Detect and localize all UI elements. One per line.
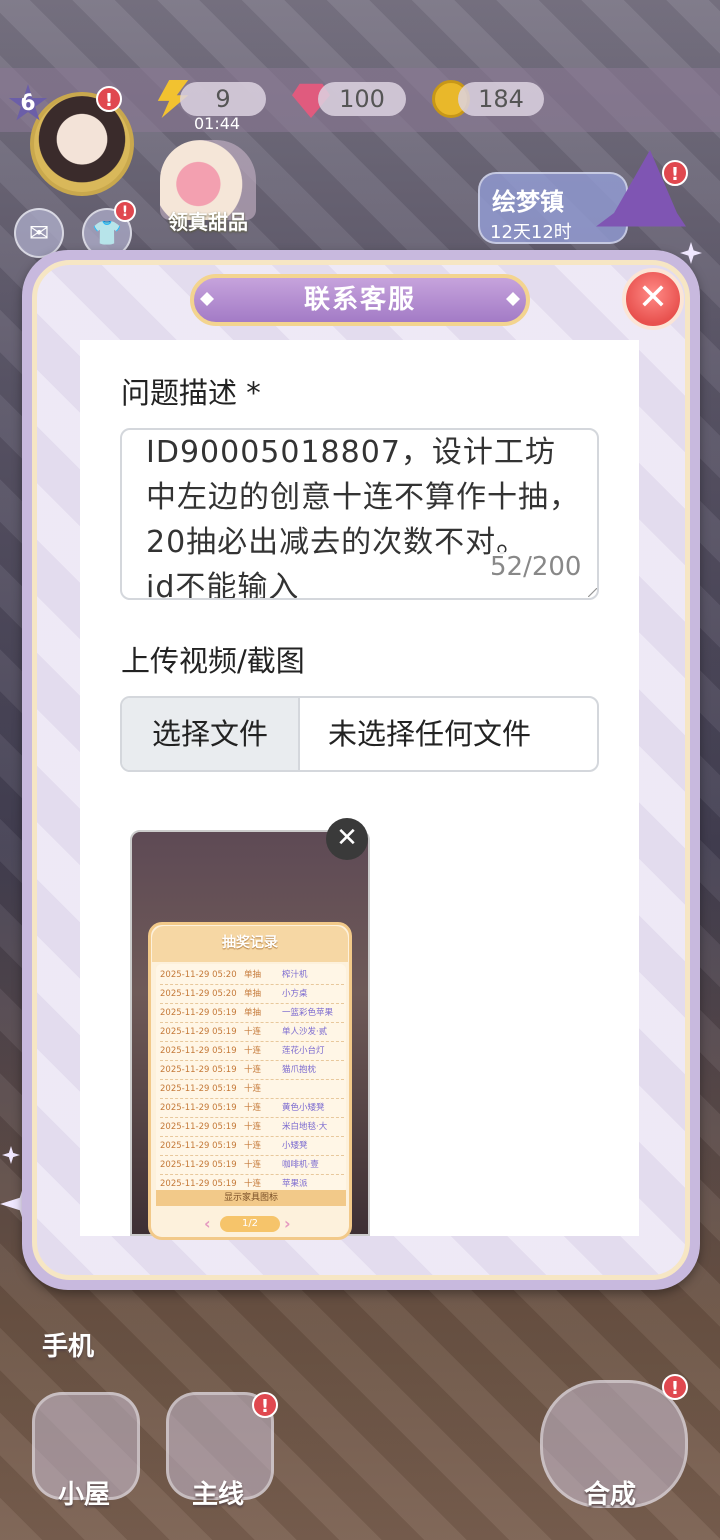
- preview-record-row: 2025-11-29 05:19 十连 咖啡机·壹: [160, 1156, 344, 1175]
- energy-timer: 01:44: [194, 114, 241, 133]
- preview-record-item: 咖啡机·壹: [282, 1160, 319, 1170]
- house-label: 小屋: [58, 1480, 111, 1510]
- preview-record-row: 2025-11-29 05:19 十连 小矮凳: [160, 1137, 344, 1156]
- coin-count[interactable]: 184: [458, 82, 544, 116]
- main-quest-label: 主线: [192, 1480, 245, 1510]
- file-upload-input[interactable]: 选择文件 未选择任何文件: [120, 696, 599, 772]
- char-counter: 52/200: [490, 552, 582, 582]
- preview-record-row: 2025-11-29 05:19 十连 猫爪抱枕: [160, 1061, 344, 1080]
- preview-record-row: 2025-11-29 05:19 十连: [160, 1080, 344, 1099]
- preview-record-row: 2025-11-29 05:19 十连 黄色小矮凳: [160, 1099, 344, 1118]
- preview-title: 抽奖记录: [222, 935, 278, 951]
- dream-alert-badge: !: [662, 160, 688, 186]
- preview-record-type: 十连: [244, 1122, 262, 1132]
- preview-record-item: 小矮凳: [282, 1141, 308, 1151]
- dream-town-title: 绘梦镇: [492, 188, 564, 216]
- preview-record-row: 2025-11-29 05:19 十连 米白地毯·大: [160, 1118, 344, 1137]
- preview-record-type: 十连: [244, 1027, 262, 1037]
- preview-record-date: 2025-11-29 05:19: [160, 1103, 237, 1113]
- preview-record-type: 单抽: [244, 989, 262, 999]
- preview-record-date: 2025-11-29 05:19: [160, 1084, 237, 1094]
- preview-record-item: 小方桌: [282, 989, 308, 999]
- preview-record-type: 十连: [244, 1046, 262, 1056]
- upload-label: 上传视频/截图: [121, 644, 305, 678]
- preview-record-date: 2025-11-29 05:19: [160, 1008, 237, 1018]
- preview-prev-icon: ‹: [204, 1214, 211, 1233]
- textarea-resize-handle[interactable]: [588, 588, 597, 597]
- gem-count[interactable]: 100: [318, 82, 406, 116]
- preview-record-row: 2025-11-29 05:19 十连 莲花小台灯: [160, 1042, 344, 1061]
- preview-record-item: 榨汁机: [282, 970, 308, 980]
- preview-record-row: 2025-11-29 05:20 单抽 小方桌: [160, 985, 344, 1004]
- preview-record-row: 2025-11-29 05:19 单抽 一篮彩色苹果: [160, 1004, 344, 1023]
- preview-record-date: 2025-11-29 05:19: [160, 1027, 237, 1037]
- preview-record-item: 黄色小矮凳: [282, 1103, 325, 1113]
- preview-record-item: 莲花小台灯: [282, 1046, 325, 1056]
- preview-record-date: 2025-11-29 05:19: [160, 1160, 237, 1170]
- preview-record-date: 2025-11-29 05:19: [160, 1122, 237, 1132]
- preview-record-type: 十连: [244, 1160, 262, 1170]
- description-label: 问题描述 *: [121, 376, 261, 410]
- preview-record-type: 单抽: [244, 970, 262, 980]
- phone-label[interactable]: 手机: [42, 1326, 94, 1363]
- preview-page-indicator: 1/2: [220, 1216, 280, 1232]
- preview-record-row: 2025-11-29 05:20 单抽 榨汁机: [160, 966, 344, 985]
- merge-label: 合成: [584, 1480, 637, 1510]
- merge-alert-badge: !: [662, 1374, 688, 1400]
- choose-file-button[interactable]: 选择文件: [122, 698, 300, 770]
- preview-record-item: 单人沙发·贰: [282, 1027, 328, 1037]
- preview-next-icon: ›: [284, 1214, 291, 1233]
- preview-record-date: 2025-11-29 05:19: [160, 1046, 237, 1056]
- energy-count[interactable]: 9: [180, 82, 266, 116]
- preview-record-type: 单抽: [244, 1008, 262, 1018]
- preview-record-type: 十连: [244, 1065, 262, 1075]
- preview-record-date: 2025-11-29 05:20: [160, 970, 237, 980]
- remove-preview-icon[interactable]: ✕: [326, 818, 368, 860]
- preview-record-date: 2025-11-29 05:19: [160, 1065, 237, 1075]
- preview-footer: 显示家具图标: [156, 1190, 346, 1206]
- dream-town-timer: 12天12时: [490, 222, 572, 243]
- preview-record-type: 十连: [244, 1084, 262, 1094]
- preview-record-item: 一篮彩色苹果: [282, 1008, 334, 1018]
- preview-record-type: 十连: [244, 1141, 262, 1151]
- close-icon[interactable]: ✕: [622, 268, 684, 330]
- preview-record-date: 2025-11-29 05:19: [160, 1141, 237, 1151]
- file-status-text: 未选择任何文件: [328, 717, 532, 751]
- preview-record-item: 猫爪抱枕: [282, 1065, 317, 1075]
- dessert-event-label: 领真甜品: [168, 210, 248, 234]
- outfit-alert-badge: !: [114, 200, 136, 222]
- dialog-title: 联系客服: [303, 285, 416, 315]
- avatar-alert-badge: !: [96, 86, 122, 112]
- preview-record-item: 米白地毯·大: [282, 1122, 328, 1132]
- preview-record-type: 十连: [244, 1103, 262, 1113]
- main-quest-alert-badge: !: [252, 1392, 278, 1418]
- preview-record-row: 2025-11-29 05:19 十连 单人沙发·贰: [160, 1023, 344, 1042]
- preview-record-date: 2025-11-29 05:20: [160, 989, 237, 999]
